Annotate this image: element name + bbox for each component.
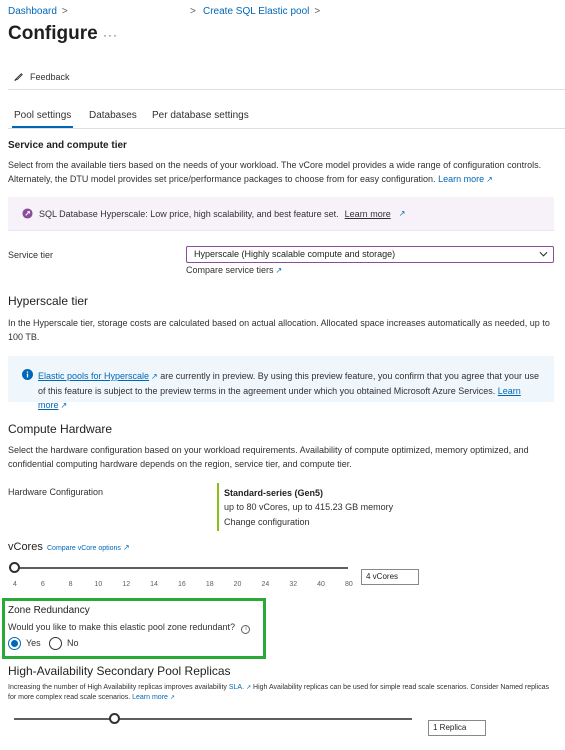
vcores-tick-label: 18	[205, 581, 214, 588]
breadcrumb-separator: >	[61, 6, 68, 17]
zone-no-option[interactable]: No	[49, 636, 79, 650]
vcores-slider-track[interactable]	[14, 567, 348, 569]
breadcrumb-create-pool[interactable]: Create SQL Elastic pool >	[203, 6, 320, 17]
external-link-icon: ↗	[246, 685, 252, 691]
vcores-tick-label: 14	[150, 581, 158, 588]
external-link-icon: ↗	[486, 175, 493, 184]
vcores-tick-label: 10	[94, 581, 103, 588]
breadcrumb-dashboard[interactable]: Dashboard >	[8, 6, 68, 17]
rocket-icon	[22, 208, 33, 219]
service-learn-more-link[interactable]: Learn more ↗	[438, 174, 493, 184]
breadcrumb-separator-lead: >	[190, 6, 196, 17]
external-link-icon: ↗	[60, 401, 68, 410]
ha-learn-more-link[interactable]: Learn more ↗	[132, 694, 175, 701]
zone-redundancy-question: Would you like to make this elastic pool…	[8, 620, 251, 634]
ha-replicas-value-input[interactable]: 1 Replica	[428, 720, 486, 736]
vcores-tick-label: 4	[13, 581, 17, 588]
feedback-icon	[14, 73, 23, 82]
ha-heading: High-Availability Secondary Pool Replica…	[8, 664, 231, 678]
compare-service-tiers-link[interactable]: Compare service tiers ↗	[186, 263, 282, 278]
more-options-button[interactable]: ···	[103, 28, 118, 42]
zone-no-radio[interactable]	[49, 636, 62, 650]
vcores-tick-label: 24	[261, 581, 270, 588]
ha-replicas-slider-track[interactable]	[14, 718, 412, 720]
change-configuration-link[interactable]: Change configuration	[224, 515, 310, 529]
vcores-tick-label: 80	[345, 581, 353, 588]
compute-description: Select the hardware configuration based …	[8, 445, 529, 469]
external-link-icon: ↗	[169, 695, 175, 701]
tab-databases[interactable]: Databases	[89, 110, 137, 121]
external-link-icon: ↗	[151, 372, 158, 381]
vcores-value-input[interactable]: 4 vCores	[361, 569, 419, 585]
compute-heading: Compute Hardware	[8, 422, 113, 436]
feedback-button[interactable]: Feedback	[13, 71, 70, 82]
vcores-tick-label: 16	[178, 581, 186, 588]
hardware-detail: up to 80 vCores, up to 415.23 GB memory	[224, 502, 394, 512]
service-tier-value: Hyperscale (Highly scalable compute and …	[194, 249, 396, 259]
service-tier-label: Service tier	[8, 250, 54, 260]
external-link-icon: ↗	[398, 209, 406, 218]
tab-per-database-settings[interactable]: Per database settings	[152, 110, 249, 121]
service-heading: Service and compute tier	[8, 140, 127, 151]
vcores-label: vCores	[8, 541, 43, 553]
zone-yes-radio[interactable]	[8, 636, 21, 650]
vcores-tick-label: 8	[68, 581, 73, 588]
page-title: Configure	[8, 23, 98, 44]
ha-description: Increasing the number of High Availabili…	[8, 684, 550, 701]
vcores-tick-label: 32	[289, 581, 298, 588]
hyperscale-description: In the Hyperscale tier, storage costs ar…	[8, 318, 550, 342]
vcores-tick-label: 20	[233, 581, 242, 588]
info-text: Elastic pools for Hyperscale ↗ are curren…	[38, 371, 539, 410]
hardware-config-label: Hardware Configuration	[8, 487, 104, 497]
promo-learn-more-link[interactable]: Learn more	[345, 207, 391, 221]
compare-vcore-options-link[interactable]: Compare vCore options ↗	[47, 543, 130, 552]
zone-redundancy-heading: Zone Redundancy	[8, 605, 90, 616]
sla-link[interactable]: SLA.	[229, 684, 244, 691]
hardware-config-bar	[217, 483, 219, 531]
vcores-tick-label: 12	[122, 581, 131, 588]
feedback-label: Feedback	[30, 71, 70, 82]
info-icon	[22, 369, 33, 380]
service-tier-dropdown[interactable]: Hyperscale (Highly scalable compute and …	[186, 246, 554, 263]
zone-yes-label: Yes	[26, 638, 41, 648]
promo-text: SQL Database Hyperscale: Low price, high…	[39, 208, 339, 219]
ha-replicas-slider-thumb[interactable]	[108, 713, 120, 724]
chevron-down-icon	[539, 251, 548, 257]
elastic-pools-hyperscale-link[interactable]: Elastic pools for Hyperscale	[38, 371, 149, 381]
toolbar-divider	[8, 89, 565, 90]
info-icon[interactable]: i	[241, 624, 251, 634]
vcores-tick-label: 6	[40, 581, 45, 588]
vcores-tick-label: 40	[317, 581, 325, 588]
zone-no-label: No	[67, 638, 79, 648]
hyperscale-preview-info-banner: Elastic pools for Hyperscale ↗ are curren…	[8, 356, 554, 410]
external-link-icon: ↗	[275, 266, 283, 275]
hyperscale-promo-banner: SQL Database Hyperscale: Low price, high…	[8, 197, 554, 231]
tab-pool-settings[interactable]: Pool settings	[14, 110, 71, 121]
hyperscale-heading: Hyperscale tier	[8, 294, 89, 308]
tab-divider	[8, 128, 565, 129]
zone-yes-option[interactable]: Yes	[8, 636, 41, 650]
external-link-icon: ↗	[122, 543, 130, 552]
hardware-name: Standard-series (Gen5)	[224, 488, 324, 498]
vcores-slider-thumb[interactable]	[9, 562, 20, 573]
service-description: Select from the available tiers based on…	[8, 160, 542, 184]
